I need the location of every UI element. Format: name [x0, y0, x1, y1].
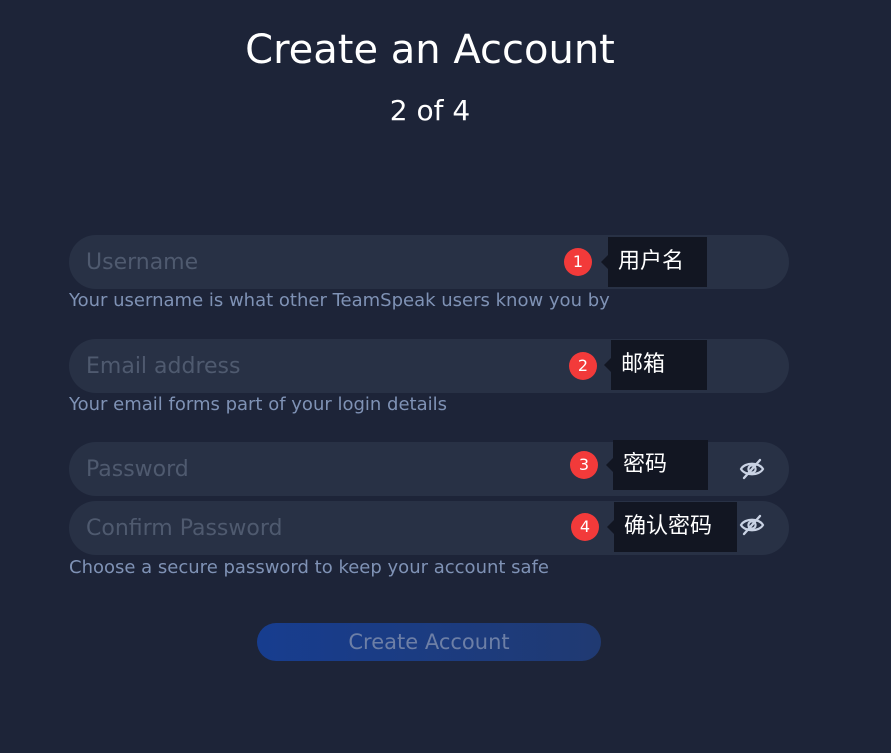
- email-helper-text: Your email forms part of your login deta…: [69, 394, 448, 415]
- eye-slash-icon[interactable]: [739, 456, 765, 482]
- annotation-label-email: 邮箱: [604, 340, 707, 390]
- annotation-label-username: 用户名: [601, 237, 707, 287]
- annotation-badge-1: 1: [564, 248, 592, 276]
- password-helper-text: Choose a secure password to keep your ac…: [69, 557, 549, 578]
- annotation-badge-4: 4: [571, 513, 599, 541]
- annotation-label-confirm-password: 确认密码: [607, 502, 737, 552]
- create-account-page: Create an Account 2 of 4 Your username i…: [0, 0, 891, 753]
- annotation-label-password: 密码: [606, 440, 708, 490]
- username-helper-text: Your username is what other TeamSpeak us…: [69, 290, 610, 311]
- annotation-badge-3: 3: [570, 451, 598, 479]
- annotation-badge-2: 2: [569, 352, 597, 380]
- eye-slash-icon[interactable]: [739, 512, 765, 538]
- step-indicator: 2 of 4: [389, 94, 471, 127]
- create-account-button[interactable]: Create Account: [257, 623, 601, 661]
- page-title: Create an Account: [245, 27, 615, 73]
